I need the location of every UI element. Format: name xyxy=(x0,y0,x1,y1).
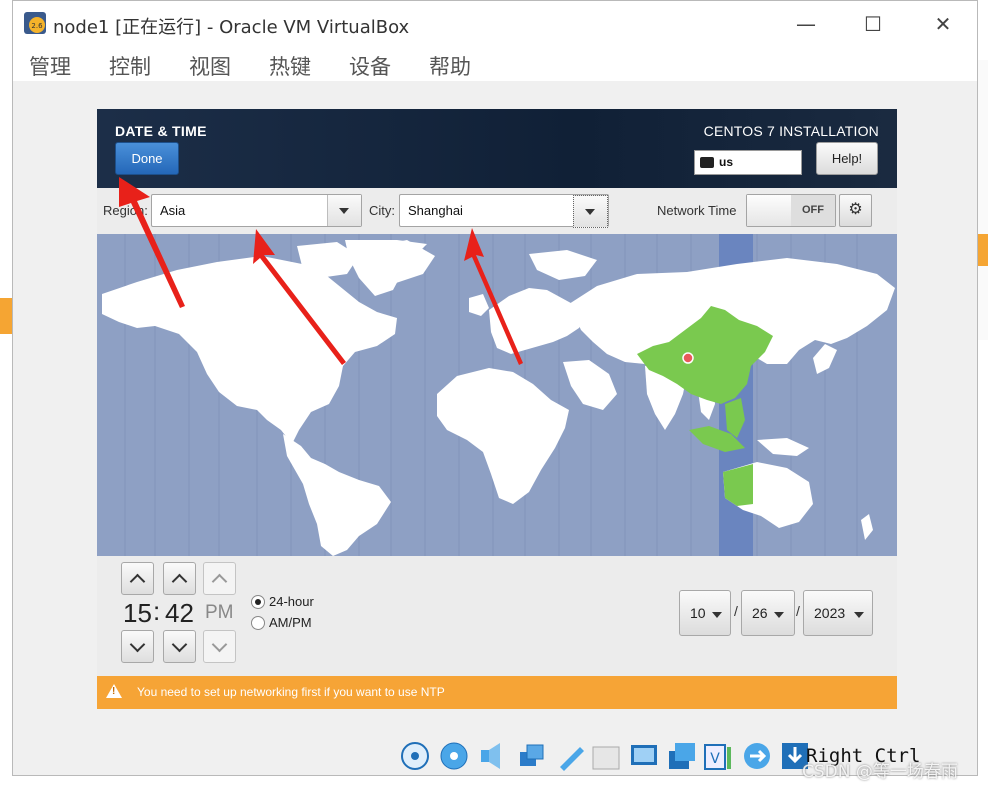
audio-icon[interactable] xyxy=(478,741,508,771)
close-button[interactable]: ✕ xyxy=(928,11,958,37)
keyboard-layout-label: us xyxy=(719,155,734,169)
keyboard-layout-indicator[interactable]: us xyxy=(694,150,802,175)
chevron-down-icon xyxy=(129,636,146,653)
menu-bar: 管理 控制 视图 热键 设备 帮助 xyxy=(13,47,977,81)
menu-control[interactable]: 控制 xyxy=(109,51,151,81)
time-hours: 15 xyxy=(123,598,152,628)
shared-folder-icon[interactable] xyxy=(591,741,621,771)
maximize-button[interactable]: ☐ xyxy=(858,11,888,37)
help-button[interactable]: Help! xyxy=(816,142,878,175)
region-value: Asia xyxy=(160,203,186,218)
year-combo[interactable]: 2023 xyxy=(803,590,873,636)
section-title: DATE & TIME xyxy=(115,123,207,139)
month-combo[interactable]: 10 xyxy=(679,590,731,636)
ntp-settings-button[interactable]: ⚙ xyxy=(839,194,872,227)
chevron-down-icon xyxy=(712,612,722,618)
svg-text:V: V xyxy=(710,751,720,767)
product-title: CENTOS 7 INSTALLATION xyxy=(703,123,879,139)
chevron-down-icon xyxy=(339,208,349,214)
timezone-map[interactable] xyxy=(97,234,897,556)
toggle-state: OFF xyxy=(791,195,835,226)
title-bar: 2.6 node1 [正在运行] - Oracle VM VirtualBox … xyxy=(13,1,977,47)
format-ampm-radio[interactable] xyxy=(251,616,265,630)
keyboard-icon xyxy=(700,157,714,168)
format-ampm-label: AM/PM xyxy=(269,615,312,630)
virtualbox-app-icon: 2.6 xyxy=(24,12,46,34)
watermark: CSDN @等一场春雨 xyxy=(802,762,958,782)
ntp-warning-text: You need to set up networking first if y… xyxy=(137,685,445,699)
chevron-up-icon xyxy=(211,573,228,590)
format-24h-label: 24-hour xyxy=(269,594,314,609)
gear-icon: ⚙ xyxy=(848,201,863,218)
window-title: node1 [正在运行] - Oracle VM VirtualBox xyxy=(53,17,410,38)
menu-help[interactable]: 帮助 xyxy=(429,51,471,81)
hour-up-button[interactable] xyxy=(121,562,154,595)
virtualbox-window: 2.6 node1 [正在运行] - Oracle VM VirtualBox … xyxy=(12,0,978,776)
day-combo[interactable]: 26 xyxy=(741,590,795,636)
done-button[interactable]: Done xyxy=(115,142,179,175)
capture-icon[interactable] xyxy=(667,741,697,771)
installer-header: DATE & TIME Done CENTOS 7 INSTALLATION u… xyxy=(97,109,897,188)
menu-view[interactable]: 视图 xyxy=(189,51,231,81)
minute-down-button[interactable] xyxy=(163,630,196,663)
chevron-up-icon xyxy=(129,573,146,590)
ampm-down-button xyxy=(203,630,236,663)
chevron-up-icon xyxy=(171,573,188,590)
ntp-warning-bar: You need to set up networking first if y… xyxy=(97,676,897,709)
region-label: Region: xyxy=(103,203,148,218)
region-combo[interactable]: Asia xyxy=(151,194,362,227)
background-orange-accent-left xyxy=(0,298,12,334)
background-orange-accent xyxy=(978,234,988,266)
date-separator: / xyxy=(734,603,738,619)
city-value: Shanghai xyxy=(408,203,463,218)
svg-text:2.6: 2.6 xyxy=(31,22,43,30)
city-label: City: xyxy=(369,203,395,218)
format-24h-radio[interactable] xyxy=(251,595,265,609)
hard-disk-icon[interactable] xyxy=(400,741,430,771)
vm-screen[interactable]: DATE & TIME Done CENTOS 7 INSTALLATION u… xyxy=(97,109,897,709)
city-combo[interactable]: Shanghai xyxy=(399,194,609,228)
chevron-down-icon xyxy=(585,209,595,215)
mouse-integration-icon[interactable] xyxy=(742,741,772,771)
year-value: 2023 xyxy=(814,605,846,621)
chevron-down-icon xyxy=(774,612,784,618)
minute-up-button[interactable] xyxy=(163,562,196,595)
menu-hotkeys[interactable]: 热键 xyxy=(269,51,311,81)
minimize-button[interactable]: — xyxy=(791,11,821,37)
region-dropdown-button[interactable] xyxy=(327,195,361,226)
world-map-graphic xyxy=(102,234,895,556)
month-value: 10 xyxy=(690,605,706,621)
usb-icon[interactable] xyxy=(556,741,586,771)
network-time-label: Network Time xyxy=(657,203,737,218)
menu-manage[interactable]: 管理 xyxy=(29,51,71,81)
city-dropdown-button[interactable] xyxy=(573,195,608,228)
virtualization-icon[interactable]: V xyxy=(703,741,733,771)
toggle-knob xyxy=(747,195,792,226)
chevron-down-icon xyxy=(854,612,864,618)
hour-down-button[interactable] xyxy=(121,630,154,663)
time-separator: : xyxy=(153,596,161,626)
network-icon[interactable] xyxy=(517,741,547,771)
time-ampm: PM xyxy=(205,602,234,623)
display-icon[interactable] xyxy=(629,741,659,771)
warning-icon xyxy=(106,684,122,698)
menu-devices[interactable]: 设备 xyxy=(349,51,391,81)
day-value: 26 xyxy=(752,605,768,621)
time-minutes: 42 xyxy=(165,598,194,628)
date-separator: / xyxy=(796,603,800,619)
background-page-right xyxy=(978,60,988,340)
chevron-down-icon xyxy=(171,636,188,653)
location-pin-icon xyxy=(682,352,694,364)
network-time-toggle[interactable]: OFF xyxy=(746,194,836,227)
optical-disc-icon[interactable] xyxy=(439,741,469,771)
chevron-down-icon xyxy=(211,636,228,653)
ampm-up-button xyxy=(203,562,236,595)
